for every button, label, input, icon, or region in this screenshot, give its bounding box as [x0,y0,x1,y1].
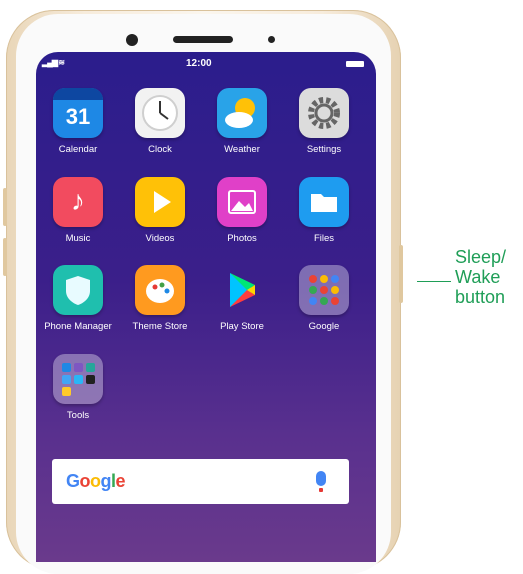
app-label: Tools [66,410,90,421]
battery-icon [346,61,364,67]
home-screen: ▂▄▆ ≋ 12:00 31 Calendar Clock Weather Se… [36,52,376,562]
sleep-wake-callout: Sleep/ Wake button [455,247,506,307]
google-search-bar[interactable]: Google [52,459,349,504]
app-settings[interactable]: Settings [284,88,364,155]
app-clock[interactable]: Clock [120,88,200,155]
shield-icon [53,265,103,315]
app-label: Theme Store [132,321,188,332]
proximity-sensor [268,36,275,43]
app-label: Clock [148,144,172,155]
calendar-icon: 31 [53,88,103,138]
microphone-icon[interactable] [316,471,326,492]
callout-line3: button [455,287,506,307]
app-label: Photos [227,233,257,244]
callout-line2: Wake [455,267,501,287]
app-files[interactable]: Files [284,177,364,244]
app-weather[interactable]: Weather [202,88,282,155]
app-label: Google [308,321,340,332]
app-tools-folder[interactable]: Tools [38,354,118,421]
folder-icon [299,177,349,227]
callout-line [417,281,451,282]
palette-icon [135,265,185,315]
volume-button-2 [3,238,7,276]
folder-grid-icon [299,265,349,315]
app-google-folder[interactable]: Google [284,265,364,332]
gear-icon [299,88,349,138]
app-photos[interactable]: Photos [202,177,282,244]
sleep-wake-button[interactable] [399,245,403,303]
app-calendar[interactable]: 31 Calendar [38,88,118,155]
app-videos[interactable]: Videos [120,177,200,244]
app-label: Weather [224,144,260,155]
play-store-icon [217,265,267,315]
app-label: Files [313,233,335,244]
google-logo: Google [66,471,126,491]
play-icon [135,177,185,227]
app-label: Calendar [58,144,98,155]
music-note-icon: ♪ [53,177,103,227]
callout-line1: Sleep/ [455,247,507,267]
front-camera [126,34,138,46]
calendar-day: 31 [65,104,91,129]
signal-wifi-icon: ▂▄▆ ≋ [42,58,65,67]
earpiece-speaker [173,36,233,43]
app-label: Play Store [220,321,264,332]
app-phone-manager[interactable]: Phone Manager [38,265,118,332]
status-time: 12:00 [186,58,212,69]
photo-icon [217,177,267,227]
app-label: Music [65,233,91,244]
app-music[interactable]: ♪ Music [38,177,118,244]
folder-grid-icon [53,354,103,404]
weather-icon [217,88,267,138]
volume-button [3,188,7,226]
clock-icon [135,88,185,138]
status-bar: ▂▄▆ ≋ 12:00 [36,52,376,74]
app-play-store[interactable]: Play Store [202,265,282,332]
app-label: Videos [145,233,175,244]
app-label: Settings [306,144,342,155]
app-theme-store[interactable]: Theme Store [120,265,200,332]
app-label: Phone Manager [44,321,112,332]
